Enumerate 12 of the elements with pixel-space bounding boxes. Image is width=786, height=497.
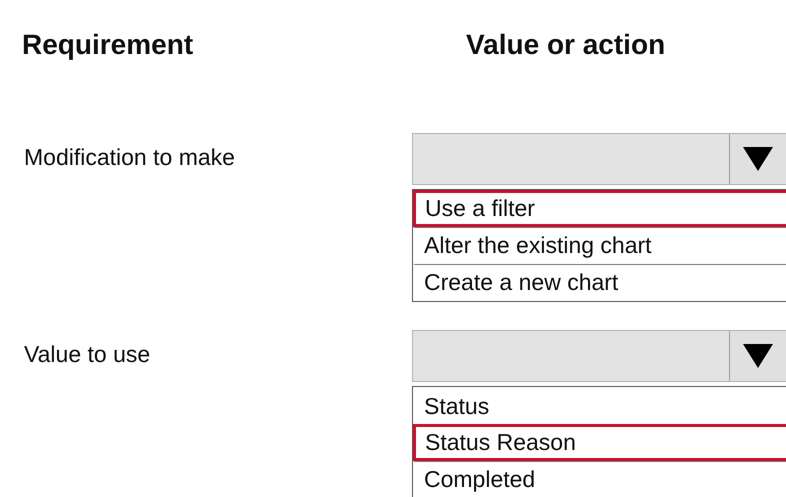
dropdown-option[interactable]: Alter the existing chart [413,227,786,264]
triangle-down-icon [743,147,773,171]
column-heading: Value or action [465,29,666,61]
requirement-label: Value to use [23,340,152,369]
dropdown-option[interactable]: Use a filter [413,190,786,227]
dropdown-option[interactable]: Completed [413,461,786,497]
column-heading: Requirement [21,29,194,61]
triangle-down-icon [743,344,773,368]
requirement-label: Modification to make [23,143,236,172]
dropdown-option[interactable]: Status Reason [413,424,786,461]
dropdown-option[interactable]: Create a new chart [413,264,786,301]
dropdown-option[interactable]: Status [413,387,786,424]
